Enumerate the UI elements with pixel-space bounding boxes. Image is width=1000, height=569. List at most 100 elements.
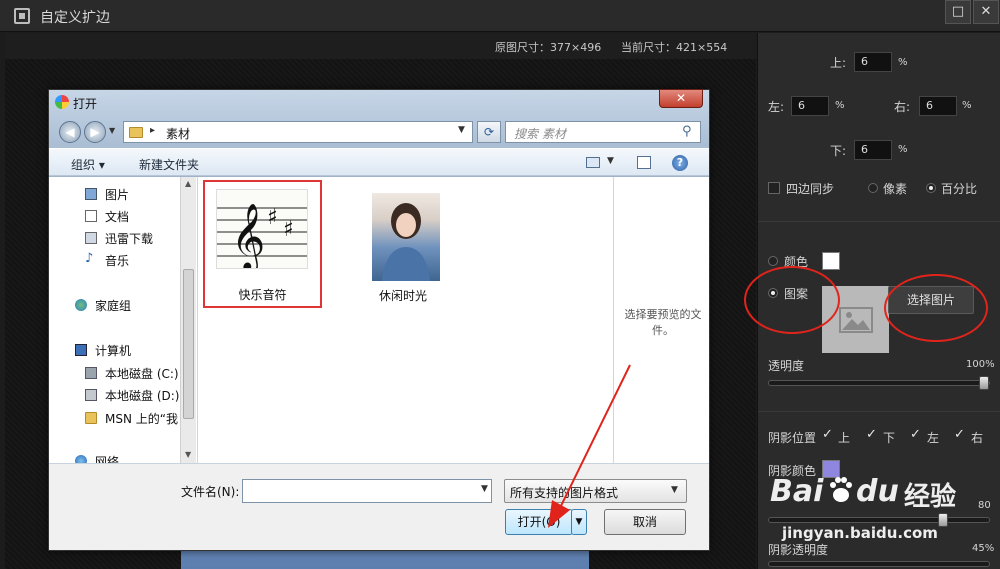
shadow-up-checkbox[interactable]: ✓ bbox=[822, 427, 833, 442]
navigation-pane: 图片 文档 迅雷下载 ♪ 音乐 家庭组 计算机 本地磁盘 (C:) 本地磁盘 (… bbox=[49, 177, 197, 469]
shadow-down-checkbox[interactable]: ✓ bbox=[866, 427, 877, 442]
search-icon[interactable]: ⚲ bbox=[682, 124, 692, 139]
help-icon[interactable]: ? bbox=[672, 155, 688, 171]
pictures-icon bbox=[85, 188, 97, 200]
top-label: 上: bbox=[830, 56, 847, 70]
computer-icon bbox=[75, 344, 87, 356]
shadow-position-label: 阴影位置 bbox=[768, 431, 817, 445]
shadow-up-label: 上 bbox=[838, 431, 851, 445]
nav-item-drive-c[interactable]: 本地磁盘 (C:) bbox=[105, 365, 179, 382]
sync-checkbox[interactable] bbox=[768, 182, 780, 194]
downloads-icon bbox=[85, 232, 97, 244]
app-title: 自定义扩边 bbox=[40, 10, 110, 26]
scroll-thumb[interactable] bbox=[183, 269, 194, 419]
dialog-header: 打开 ✕ ◀ ▶ ▼ ▸ 素材 ▼ ⟳ 搜索 素材 ⚲ bbox=[49, 89, 709, 148]
msn-folder-icon bbox=[85, 412, 97, 424]
nav-scrollbar[interactable]: ▲ ▼ bbox=[180, 177, 196, 463]
address-folder[interactable]: 素材 bbox=[166, 125, 190, 142]
pixel-radio[interactable] bbox=[868, 183, 878, 193]
shadow-left-checkbox[interactable]: ✓ bbox=[910, 427, 921, 442]
nav-item-computer[interactable]: 计算机 bbox=[95, 342, 131, 359]
pixel-label: 像素 bbox=[883, 182, 908, 196]
original-size: 原图尺寸：377×496 bbox=[495, 41, 602, 54]
bottom-label: 下: bbox=[830, 144, 847, 158]
watermark-brand: Bai bbox=[770, 474, 824, 509]
preview-pane-icon[interactable] bbox=[637, 156, 651, 169]
filename-dropdown-icon[interactable]: ▼ bbox=[481, 484, 488, 494]
dialog-close-button[interactable]: ✕ bbox=[659, 89, 703, 108]
scroll-up-icon[interactable]: ▲ bbox=[185, 179, 191, 188]
nav-item-msn[interactable]: MSN 上的“我 bbox=[105, 410, 178, 427]
bottom-percent: % bbox=[898, 144, 908, 155]
size-info-bar: 原图尺寸：377×496 当前尺寸：421×554 bbox=[5, 33, 756, 59]
nav-item-drive-d[interactable]: 本地磁盘 (D:) bbox=[105, 387, 179, 404]
top-percent: % bbox=[898, 57, 908, 68]
history-dropdown-icon[interactable]: ▼ bbox=[109, 126, 115, 135]
divider bbox=[758, 411, 1000, 412]
highlight-box bbox=[203, 180, 322, 308]
current-size: 当前尺寸：421×554 bbox=[621, 41, 728, 54]
nav-item-downloads[interactable]: 迅雷下载 bbox=[105, 230, 153, 247]
drive-d-icon bbox=[85, 389, 97, 401]
filename-label: 文件名(N): bbox=[181, 485, 240, 499]
view-dropdown-icon[interactable]: ▼ bbox=[607, 156, 614, 166]
app-titlebar: 自定义扩边 □ ✕ bbox=[0, 0, 1000, 32]
annotation-arrow bbox=[548, 364, 631, 528]
watermark-brand2: du bbox=[856, 474, 899, 509]
new-folder-button[interactable]: 新建文件夹 bbox=[139, 156, 199, 173]
maximize-button[interactable]: □ bbox=[945, 0, 971, 24]
organize-menu[interactable]: 组织 ▾ bbox=[71, 156, 105, 173]
shadow-right-label: 右 bbox=[971, 431, 984, 445]
refresh-icon[interactable]: ⟳ bbox=[477, 121, 501, 143]
dialog-title: 打开 bbox=[73, 97, 98, 111]
left-label: 左: bbox=[768, 100, 785, 114]
app-icon bbox=[14, 8, 30, 24]
drive-c-icon bbox=[85, 367, 97, 379]
filetype-dropdown-icon: ▼ bbox=[671, 485, 678, 495]
left-percent: % bbox=[835, 100, 845, 111]
shadow-left-label: 左 bbox=[927, 431, 940, 445]
nav-item-documents[interactable]: 文档 bbox=[105, 208, 129, 225]
scroll-down-icon[interactable]: ▼ bbox=[185, 450, 191, 459]
percent-radio[interactable] bbox=[926, 183, 936, 193]
file-name: 休闲时光 bbox=[378, 289, 427, 303]
view-options-icon[interactable] bbox=[586, 157, 600, 168]
nav-item-pictures[interactable]: 图片 bbox=[105, 186, 129, 203]
filename-input[interactable] bbox=[242, 479, 492, 503]
portrait-photo bbox=[382, 203, 430, 281]
folder-icon bbox=[129, 127, 143, 138]
preview-message: 选择要预览的文件。 bbox=[624, 308, 702, 337]
bottom-margin-input[interactable]: 6 bbox=[854, 140, 892, 160]
opacity-label: 透明度 bbox=[768, 359, 805, 373]
homegroup-icon bbox=[75, 299, 87, 311]
color-radio[interactable] bbox=[768, 256, 778, 266]
opacity-value: 100% bbox=[966, 359, 995, 370]
paw-icon bbox=[828, 476, 854, 504]
percent-label: 百分比 bbox=[941, 182, 978, 196]
shadow-right-checkbox[interactable]: ✓ bbox=[954, 427, 965, 442]
back-icon[interactable]: ◀ bbox=[59, 121, 81, 143]
sync-label: 四边同步 bbox=[786, 182, 835, 196]
annotation-circle-choose-image bbox=[884, 274, 988, 342]
close-button[interactable]: ✕ bbox=[973, 0, 999, 24]
shadow-down-label: 下 bbox=[883, 431, 896, 445]
opacity-slider-thumb[interactable] bbox=[979, 376, 989, 390]
breadcrumb-arrow-icon[interactable]: ▸ bbox=[150, 125, 155, 136]
nav-item-music[interactable]: 音乐 bbox=[105, 252, 129, 269]
forward-icon[interactable]: ▶ bbox=[84, 121, 106, 143]
address-dropdown-icon[interactable]: ▼ bbox=[458, 125, 465, 135]
color-swatch[interactable] bbox=[822, 252, 840, 270]
annotation-circle-pattern bbox=[744, 266, 840, 334]
left-margin-input[interactable]: 6 bbox=[791, 96, 829, 116]
search-placeholder: 搜索 素材 bbox=[514, 127, 566, 141]
search-box[interactable]: 搜索 素材 ⚲ bbox=[505, 121, 701, 143]
right-margin-input[interactable]: 6 bbox=[919, 96, 957, 116]
opacity-slider-track[interactable] bbox=[768, 380, 990, 386]
nav-item-homegroup[interactable]: 家庭组 bbox=[95, 297, 131, 314]
divider bbox=[758, 221, 1000, 222]
dialog-toolbar: 组织 ▾ 新建文件夹 ▼ ? bbox=[49, 148, 709, 176]
file-item-leisure-time[interactable]: 休闲时光 bbox=[353, 191, 453, 306]
address-bar[interactable]: ▸ 素材 ▼ bbox=[123, 121, 473, 143]
top-margin-input[interactable]: 6 bbox=[854, 52, 892, 72]
watermark-jingyan: 经验 bbox=[904, 482, 957, 512]
